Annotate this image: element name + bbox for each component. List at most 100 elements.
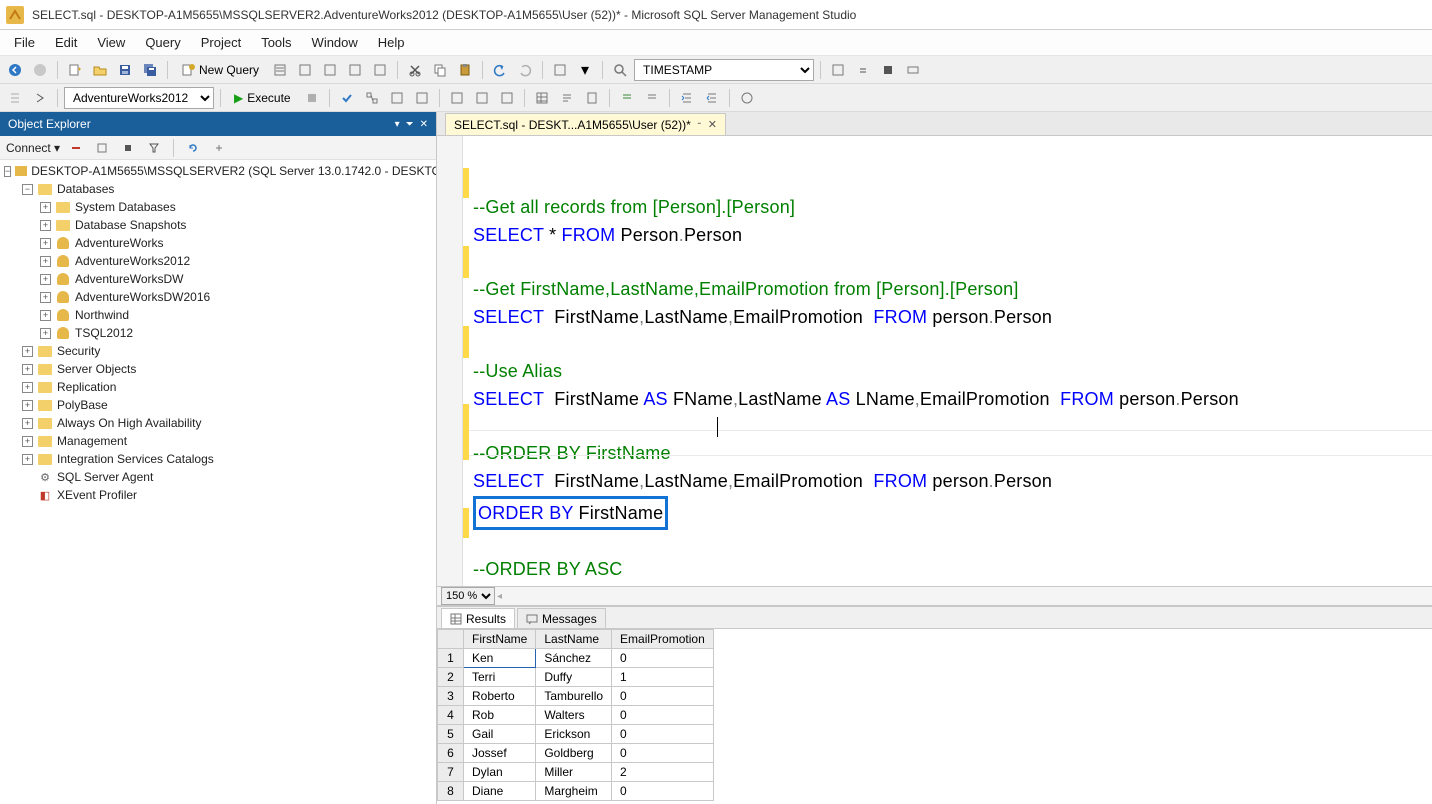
grid-cell[interactable]: 0 bbox=[612, 649, 714, 668]
tree-db-item[interactable]: +TSQL2012 bbox=[0, 324, 436, 342]
grid-cell[interactable]: Gail bbox=[464, 725, 536, 744]
grid-cell[interactable]: 2 bbox=[612, 763, 714, 782]
expand-icon[interactable]: + bbox=[22, 454, 33, 465]
expand-icon[interactable]: + bbox=[40, 292, 51, 303]
tree-server[interactable]: − DESKTOP-A1M5655\MSSQLSERVER2 (SQL Serv… bbox=[0, 162, 436, 180]
grid-rownum[interactable]: 4 bbox=[438, 706, 464, 725]
sql-editor[interactable]: −--Get all records from [Person].[Person… bbox=[437, 136, 1432, 586]
grid-row[interactable]: 4RobWalters0 bbox=[438, 706, 714, 725]
disconnect-icon[interactable] bbox=[66, 138, 86, 158]
tree-node[interactable]: +PolyBase bbox=[0, 396, 436, 414]
new-query-button[interactable]: New Query bbox=[174, 59, 266, 81]
expand-icon[interactable]: + bbox=[22, 436, 33, 447]
tb2-icon-1[interactable] bbox=[4, 87, 26, 109]
menu-window[interactable]: Window bbox=[302, 32, 368, 53]
stop-icon[interactable] bbox=[118, 138, 138, 158]
grid-header[interactable]: LastName bbox=[536, 630, 612, 649]
tree-snapshots[interactable]: + Database Snapshots bbox=[0, 216, 436, 234]
cut-icon[interactable] bbox=[404, 59, 426, 81]
grid-cell[interactable]: Sánchez bbox=[536, 649, 612, 668]
indent-dec-icon[interactable] bbox=[676, 87, 698, 109]
grid-cell[interactable]: Duffy bbox=[536, 668, 612, 687]
tree-node[interactable]: +Security bbox=[0, 342, 436, 360]
grid-cell[interactable]: Ken bbox=[464, 649, 536, 668]
grid-cell[interactable]: 0 bbox=[612, 782, 714, 801]
grid-rownum[interactable]: 3 bbox=[438, 687, 464, 706]
parse-icon[interactable] bbox=[336, 87, 358, 109]
redo-icon[interactable] bbox=[514, 59, 536, 81]
expand-icon[interactable]: + bbox=[22, 382, 33, 393]
menu-view[interactable]: View bbox=[87, 32, 135, 53]
save-all-icon[interactable] bbox=[139, 59, 161, 81]
tree-node[interactable]: +SQL Server Agent bbox=[0, 468, 436, 486]
execute-button[interactable]: ▶ Execute bbox=[227, 87, 298, 109]
grid-rownum[interactable]: 1 bbox=[438, 649, 464, 668]
grid-row[interactable]: 5GailErickson0 bbox=[438, 725, 714, 744]
menu-query[interactable]: Query bbox=[135, 32, 190, 53]
tree-node[interactable]: +Management bbox=[0, 432, 436, 450]
results-grid-wrap[interactable]: FirstNameLastNameEmailPromotion1KenSánch… bbox=[437, 629, 1432, 804]
tb-dropdown-icon[interactable]: ▾ bbox=[574, 59, 596, 81]
indent-inc-icon[interactable] bbox=[701, 87, 723, 109]
close-tab-icon[interactable]: ✕ bbox=[708, 118, 717, 131]
grid-cell[interactable]: 0 bbox=[612, 725, 714, 744]
pin-tab-icon[interactable]: ⁃ bbox=[697, 119, 702, 130]
menu-tools[interactable]: Tools bbox=[251, 32, 301, 53]
results-text-icon[interactable] bbox=[556, 87, 578, 109]
expand-icon[interactable]: + bbox=[40, 274, 51, 285]
menu-project[interactable]: Project bbox=[191, 32, 251, 53]
nav-back-icon[interactable] bbox=[4, 59, 26, 81]
undo-icon[interactable] bbox=[489, 59, 511, 81]
expand-icon[interactable]: + bbox=[40, 202, 51, 213]
tb-icon-5[interactable] bbox=[369, 59, 391, 81]
copy-icon[interactable] bbox=[429, 59, 451, 81]
grid-cell[interactable]: Erickson bbox=[536, 725, 612, 744]
tree-node[interactable]: +XEvent Profiler bbox=[0, 486, 436, 504]
grid-header[interactable]: EmailPromotion bbox=[612, 630, 714, 649]
zoom-select[interactable]: 150 % bbox=[441, 587, 495, 605]
grid-cell[interactable]: 0 bbox=[612, 744, 714, 763]
grid-row[interactable]: 8DianeMargheim0 bbox=[438, 782, 714, 801]
tree-node[interactable]: +Integration Services Catalogs bbox=[0, 450, 436, 468]
tb-icon-3[interactable] bbox=[319, 59, 341, 81]
tree-node[interactable]: +Always On High Availability bbox=[0, 414, 436, 432]
refresh-icon[interactable] bbox=[183, 138, 203, 158]
save-icon[interactable] bbox=[114, 59, 136, 81]
tb2-icon-2[interactable] bbox=[29, 87, 51, 109]
grid-cell[interactable]: Rob bbox=[464, 706, 536, 725]
collapse-icon[interactable]: − bbox=[4, 166, 11, 177]
pin-icon[interactable]: ⏷ bbox=[406, 119, 414, 130]
results-grid-icon[interactable] bbox=[531, 87, 553, 109]
comment-icon[interactable] bbox=[616, 87, 638, 109]
grid-cell[interactable]: Margheim bbox=[536, 782, 612, 801]
find-icon[interactable] bbox=[609, 59, 631, 81]
expand-icon[interactable]: + bbox=[40, 310, 51, 321]
tab-results[interactable]: Results bbox=[441, 608, 515, 628]
tb-icon-1[interactable] bbox=[269, 59, 291, 81]
paste-icon[interactable] bbox=[454, 59, 476, 81]
tree-node[interactable]: +Server Objects bbox=[0, 360, 436, 378]
dropdown-icon[interactable]: ▾ bbox=[395, 119, 400, 130]
oe-icon-3[interactable] bbox=[209, 138, 229, 158]
expand-icon[interactable]: + bbox=[22, 400, 33, 411]
grid-row[interactable]: 1KenSánchez0 bbox=[438, 649, 714, 668]
grid-cell[interactable]: Tamburello bbox=[536, 687, 612, 706]
tb-icon-4[interactable] bbox=[344, 59, 366, 81]
grid-row[interactable]: 2TerriDuffy1 bbox=[438, 668, 714, 687]
tb2-icon-end[interactable] bbox=[736, 87, 758, 109]
grid-rownum[interactable]: 8 bbox=[438, 782, 464, 801]
tree-db-item[interactable]: +AdventureWorks bbox=[0, 234, 436, 252]
grid-row[interactable]: 7DylanMiller2 bbox=[438, 763, 714, 782]
tb-icon-6[interactable] bbox=[549, 59, 571, 81]
connect-button[interactable]: Connect ▾ bbox=[6, 141, 60, 155]
filter-icon[interactable] bbox=[144, 138, 164, 158]
grid-cell[interactable]: 0 bbox=[612, 687, 714, 706]
tb-icon-9[interactable] bbox=[877, 59, 899, 81]
grid-rownum[interactable]: 2 bbox=[438, 668, 464, 687]
grid-cell[interactable]: Miller bbox=[536, 763, 612, 782]
object-explorer-tree[interactable]: − DESKTOP-A1M5655\MSSQLSERVER2 (SQL Serv… bbox=[0, 160, 436, 804]
grid-rownum[interactable]: 7 bbox=[438, 763, 464, 782]
tb-icon-2[interactable] bbox=[294, 59, 316, 81]
tree-node[interactable]: +Replication bbox=[0, 378, 436, 396]
grid-row[interactable]: 3RobertoTamburello0 bbox=[438, 687, 714, 706]
